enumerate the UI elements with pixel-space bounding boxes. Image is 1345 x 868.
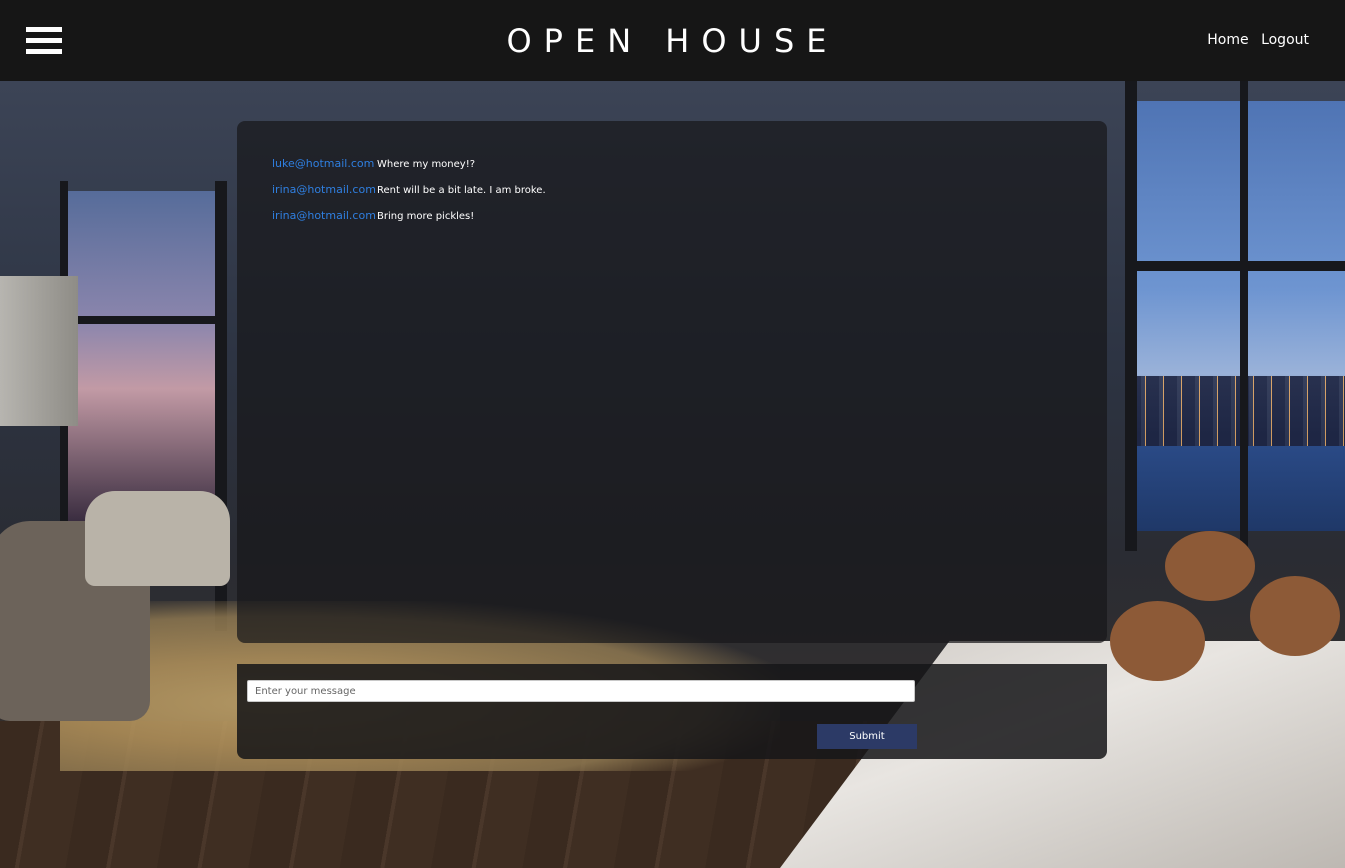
- top-nav: Home Logout: [1199, 32, 1309, 48]
- message-input[interactable]: [247, 680, 915, 702]
- message-list: luke@hotmail.com Where my money!? irina@…: [272, 157, 546, 235]
- message-item: irina@hotmail.com Rent will be a bit lat…: [272, 183, 546, 209]
- home-link[interactable]: Home: [1207, 32, 1248, 48]
- message-author[interactable]: luke@hotmail.com: [272, 157, 377, 170]
- brand-title: OPEN HOUSE: [506, 22, 839, 60]
- message-text: Bring more pickles!: [377, 211, 475, 222]
- message-author[interactable]: irina@hotmail.com: [272, 209, 377, 222]
- logout-link[interactable]: Logout: [1261, 32, 1309, 48]
- message-item: luke@hotmail.com Where my money!?: [272, 157, 546, 183]
- message-text: Rent will be a bit late. I am broke.: [377, 185, 546, 196]
- top-header: OPEN HOUSE Home Logout: [0, 0, 1345, 81]
- submit-button[interactable]: Submit: [817, 724, 917, 749]
- message-item: irina@hotmail.com Bring more pickles!: [272, 209, 546, 235]
- chat-messages-panel: luke@hotmail.com Where my money!? irina@…: [237, 121, 1107, 643]
- message-author[interactable]: irina@hotmail.com: [272, 183, 377, 196]
- message-compose-panel: Submit: [237, 664, 1107, 759]
- message-text: Where my money!?: [377, 159, 476, 170]
